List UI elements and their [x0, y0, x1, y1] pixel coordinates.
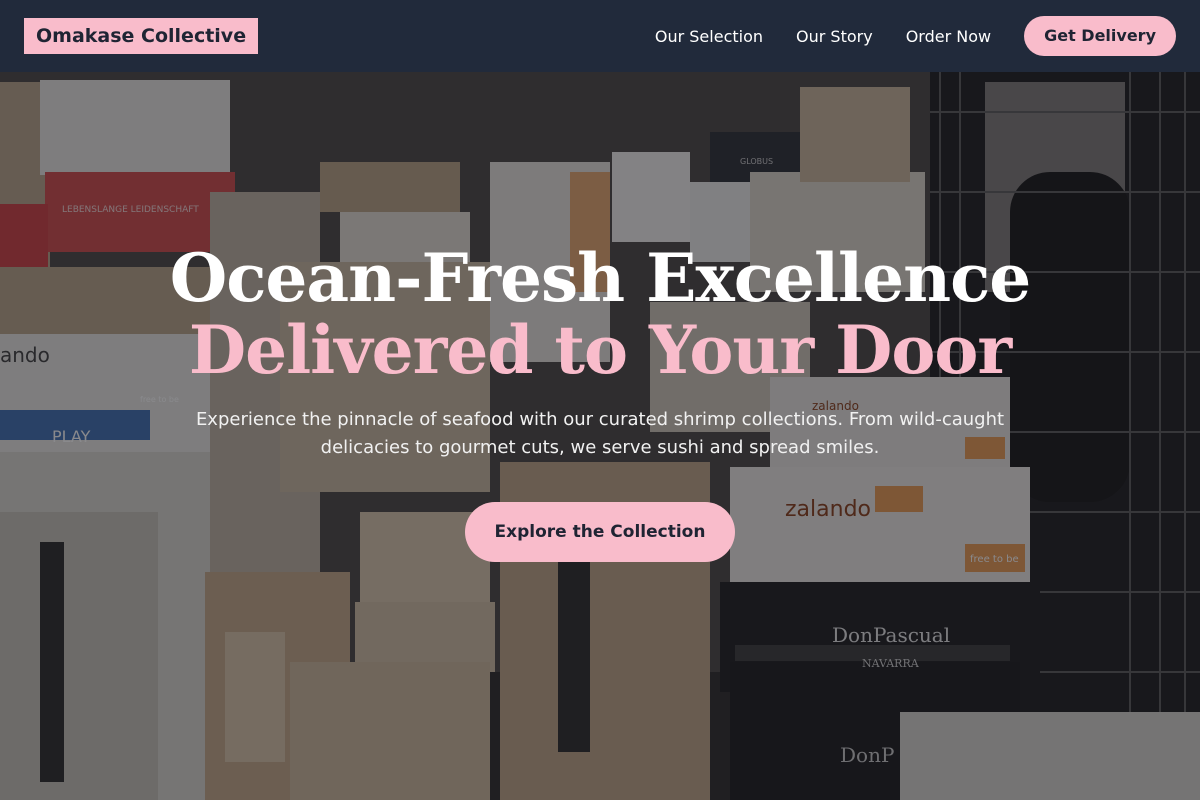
main-nav: Our Selection Our Story Order Now Get De… [622, 16, 1176, 56]
brand-logo[interactable]: Omakase Collective [24, 18, 259, 54]
nav-link-order-now[interactable]: Order Now [906, 27, 991, 46]
nav-link-our-story[interactable]: Our Story [796, 27, 873, 46]
get-delivery-button[interactable]: Get Delivery [1024, 16, 1176, 56]
hero-headline: Ocean-Fresh Excellence [169, 239, 1032, 317]
hero-section: LEBENSLANGE LEIDENSCHAFT ando PLAY zalan… [0, 72, 1200, 800]
top-navigation-bar: Omakase Collective Our Selection Our Sto… [0, 0, 1200, 72]
hero-subtitle: Experience the pinnacle of seafood with … [195, 409, 1005, 458]
nav-link-our-selection[interactable]: Our Selection [655, 27, 763, 46]
explore-collection-button[interactable]: Explore the Collection [465, 502, 735, 562]
hero-headline-accent: Delivered to Your Door [188, 311, 1012, 389]
hero-content: Ocean-Fresh Excellence Delivered to Your… [0, 72, 1200, 800]
